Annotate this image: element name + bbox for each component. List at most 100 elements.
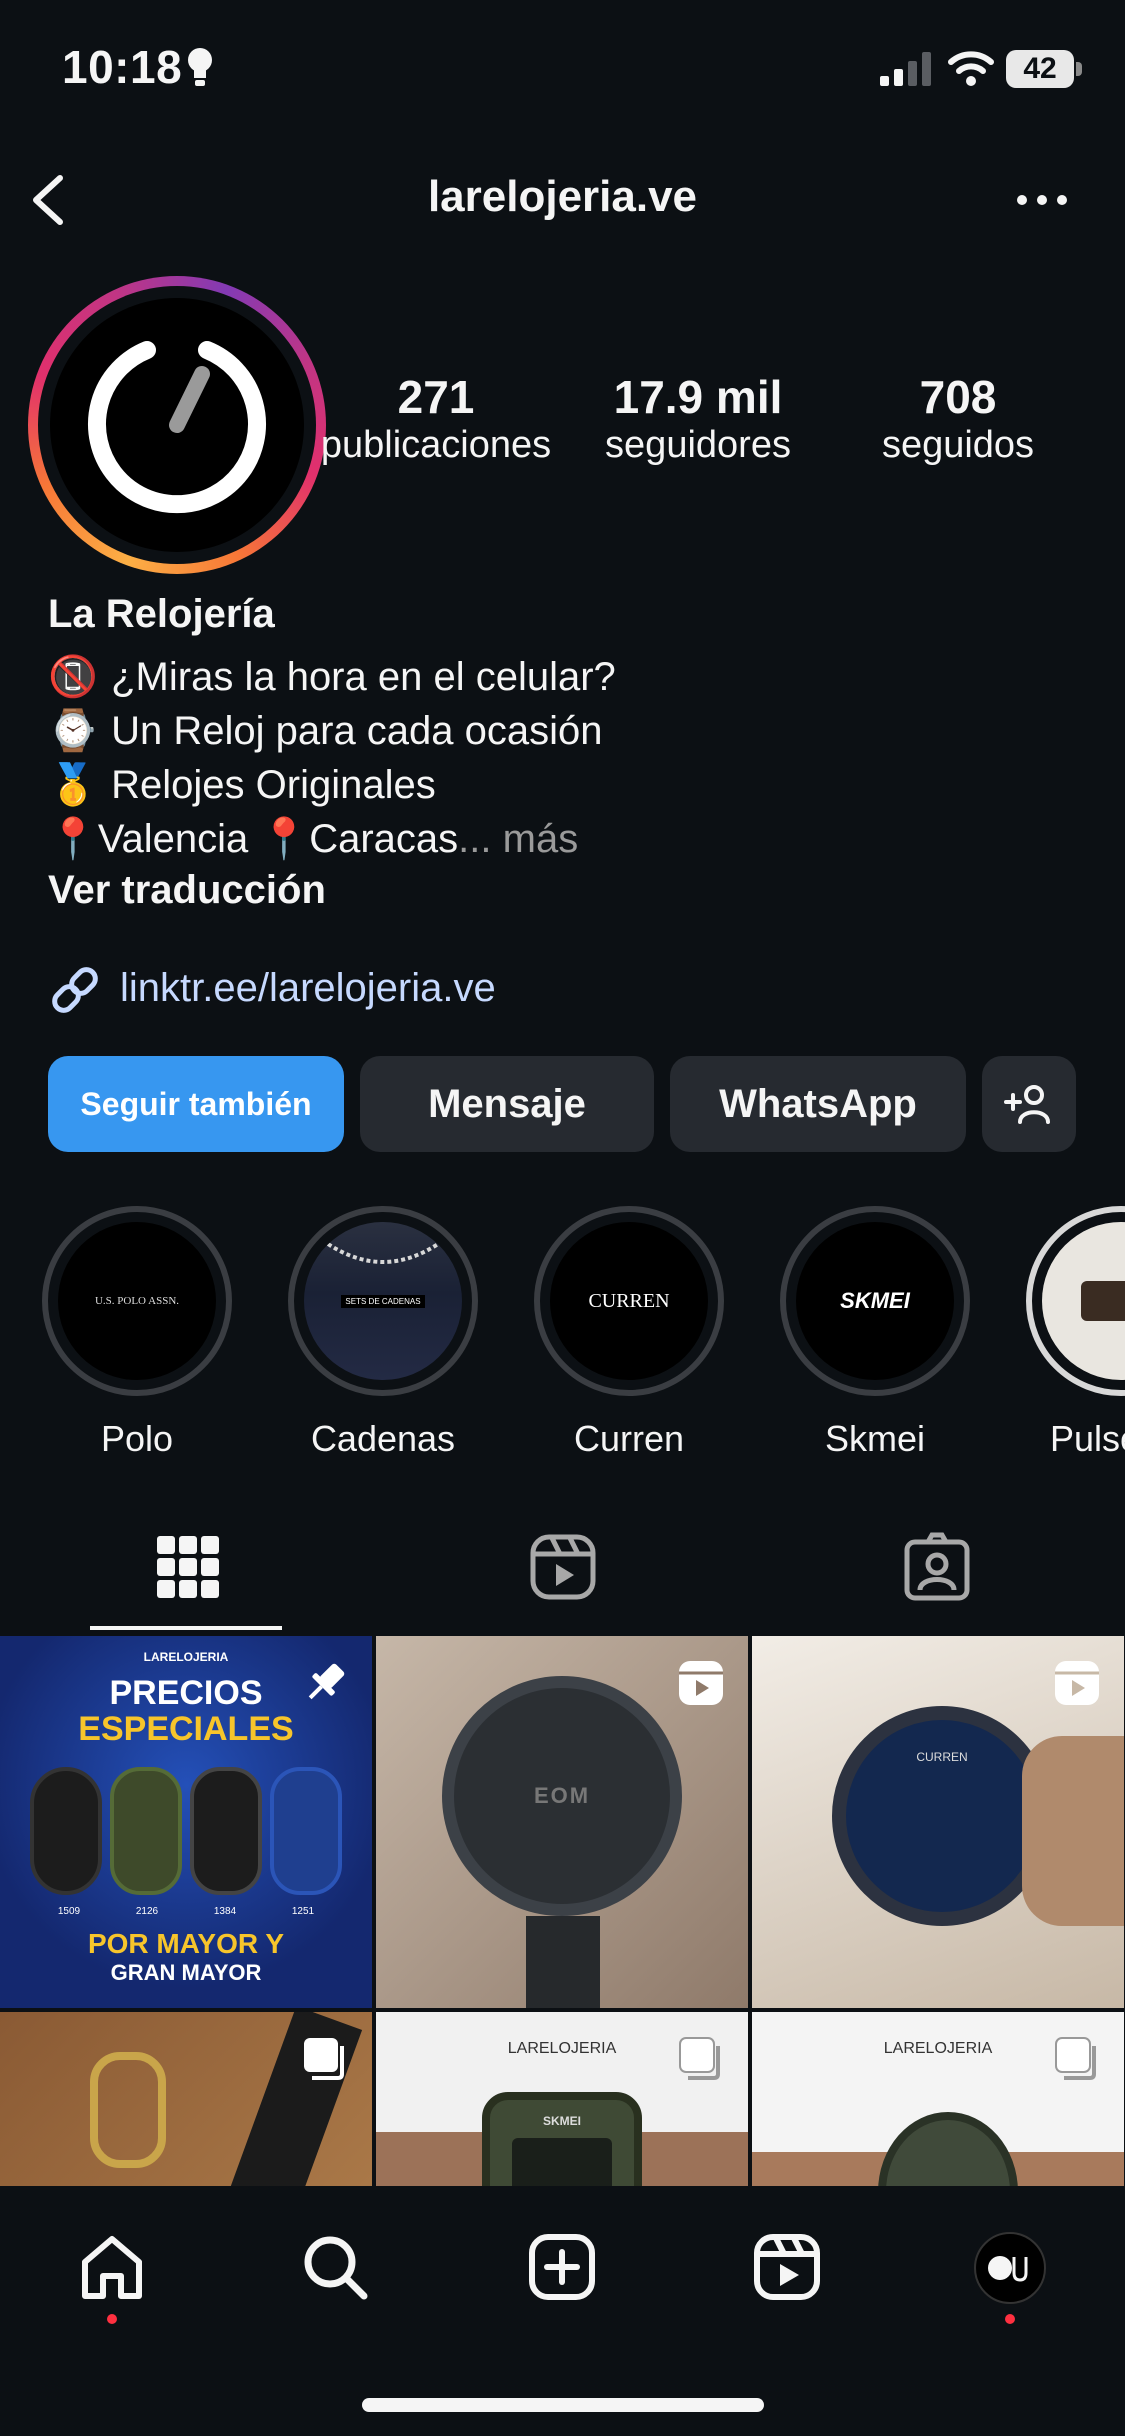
grid-tab-icon[interactable]: [153, 1532, 223, 1602]
bio-line-locations: 📍Valencia 📍Caracas... más: [48, 812, 578, 866]
hand-image: [1022, 1736, 1124, 1926]
lightbulb-icon: [188, 48, 212, 86]
highlight-label: Skmei: [824, 1418, 926, 1459]
cellular-signal-icon: [880, 52, 931, 86]
watch-strap-image: [526, 1916, 600, 2008]
whatsapp-button[interactable]: WhatsApp: [670, 1056, 966, 1152]
highlight-skmei[interactable]: SKMEI Skmei: [780, 1206, 976, 1460]
bio-link-text: linktr.ee/larelojeria.ve: [120, 966, 496, 1010]
highlight-curren[interactable]: CURREN Curren: [534, 1206, 730, 1460]
active-tab-indicator: [90, 1626, 282, 1630]
highlight-label: Cadenas: [310, 1418, 456, 1459]
location-caracas: Caracas: [309, 817, 459, 861]
model-code: 2126: [135, 1906, 159, 1917]
more-options-icon[interactable]: [1012, 180, 1072, 220]
profile-avatar[interactable]: [28, 276, 326, 574]
chain-icon: [326, 1242, 440, 1264]
link-icon: [52, 967, 98, 1014]
bio-text: Un Reloj para cada ocasión: [111, 709, 603, 753]
highlight-brand: SETS DE CADENAS: [341, 1294, 425, 1308]
location-valencia: Valencia: [97, 817, 249, 861]
buckle-image: [90, 2052, 166, 2168]
post-reel-eom-watch[interactable]: EOM: [376, 1636, 748, 2008]
model-code: 1509: [57, 1906, 81, 1917]
bio-more-link[interactable]: ... más: [458, 817, 578, 861]
home-notification-dot: [107, 2314, 117, 2324]
pin-emoji: 📍: [48, 817, 98, 861]
battery-tip: [1076, 62, 1082, 76]
post-title-line2: ESPECIALES: [78, 1710, 294, 1748]
highlight-cadenas[interactable]: SETS DE CADENAS Cadenas: [288, 1206, 484, 1460]
message-button[interactable]: Mensaje: [360, 1056, 654, 1152]
post-footer-line1: POR MAYOR Y: [87, 1928, 285, 1959]
multiple-photos-icon: [1055, 2037, 1096, 2080]
bio-text: Relojes Originales: [111, 763, 436, 807]
bio-link[interactable]: linktr.ee/larelojeria.ve: [48, 966, 496, 1014]
highlight-cover: U.S. POLO ASSN.: [58, 1222, 216, 1380]
stat-posts[interactable]: 271 publicaciones: [316, 370, 556, 467]
stat-followers[interactable]: 17.9 mil seguidores: [578, 370, 818, 467]
watch-row-image: [30, 1766, 342, 1896]
bracelet-image: [1081, 1281, 1125, 1321]
following-count: 708: [919, 371, 997, 423]
highlight-label: Pulse: [1050, 1418, 1125, 1459]
watch-brand: SKMEI: [542, 2114, 581, 2128]
posts-label: publicaciones: [320, 424, 552, 466]
medal-emoji: 🥇: [48, 763, 98, 807]
account-avatar-icon: [988, 2256, 1028, 2282]
battery-level: 42: [1006, 50, 1074, 88]
add-person-icon: [1004, 1085, 1050, 1124]
watch-brand: EOM: [533, 1783, 591, 1808]
bio-line: 📵 ¿Miras la hora en el celular?: [48, 650, 616, 704]
highlight-cover: SKMEI: [796, 1222, 954, 1380]
search-icon[interactable]: [300, 2232, 370, 2302]
multiple-photos-icon: [304, 2038, 344, 2080]
reels-tab-icon[interactable]: [528, 1532, 598, 1602]
highlight-brand: U.S. POLO ASSN.: [94, 1295, 180, 1307]
post-footer-line2: GRAN MAYOR: [110, 1960, 262, 1985]
follow-back-button[interactable]: Seguir también: [48, 1056, 344, 1152]
home-indicator: [362, 2398, 764, 2412]
no-phone-emoji: 📵: [48, 655, 98, 699]
tagged-tab-icon[interactable]: [902, 1532, 972, 1602]
pin-icon: [308, 1663, 345, 1700]
highlight-polo[interactable]: U.S. POLO ASSN. Polo: [42, 1206, 238, 1460]
see-translation-link[interactable]: Ver traducción: [48, 868, 326, 913]
bio-text: ¿Miras la hora en el celular?: [111, 655, 616, 699]
clock-logo-icon: [88, 341, 266, 514]
suggested-users-button[interactable]: [982, 1056, 1076, 1152]
home-icon[interactable]: [77, 2232, 147, 2302]
highlight-pulse[interactable]: Pulse: [1026, 1206, 1125, 1460]
bio-line: ⌚ Un Reloj para cada ocasión: [48, 704, 603, 758]
model-codes: 1509 2126 1384 1251: [30, 1906, 342, 1917]
highlight-label: Curren: [573, 1418, 685, 1459]
pin-emoji: 📍: [259, 817, 310, 861]
post-pinned-prices[interactable]: LARELOJERIA PRECIOS ESPECIALES 1509 2126…: [0, 1636, 372, 2008]
stat-following[interactable]: 708 seguidos: [838, 370, 1078, 467]
profile-notification-dot: [1005, 2314, 1015, 2324]
post-reel-curren-watch[interactable]: CURREN: [752, 1636, 1124, 2008]
profile-full-name: La Relojería: [48, 592, 275, 636]
highlight-cover: CURREN: [550, 1222, 708, 1380]
create-post-icon[interactable]: [527, 2232, 597, 2302]
followers-label: seguidores: [605, 424, 791, 466]
watch-face-image: CURREN: [832, 1706, 1052, 1926]
model-code: 1251: [291, 1906, 315, 1917]
battery-indicator: 42: [1006, 50, 1082, 88]
profile-avatar-tab[interactable]: [974, 2232, 1046, 2304]
highlight-label: Polo: [100, 1418, 174, 1459]
followers-count: 17.9 mil: [613, 371, 783, 423]
model-code: 1384: [213, 1906, 237, 1917]
highlight-brand: SKMEI: [840, 1288, 910, 1313]
bio-line: 🥇 Relojes Originales: [48, 758, 436, 812]
reels-icon[interactable]: [752, 2232, 822, 2302]
following-label: seguidos: [881, 424, 1035, 466]
posts-count: 271: [397, 371, 475, 423]
reel-icon: [1055, 1661, 1099, 1705]
highlight-cover: SETS DE CADENAS: [304, 1222, 462, 1380]
status-time: 10:18: [62, 41, 183, 93]
highlight-cover: [1042, 1222, 1125, 1380]
watch-emoji: ⌚: [48, 709, 98, 753]
multiple-photos-icon: [679, 2037, 720, 2080]
reel-icon: [679, 1661, 723, 1705]
